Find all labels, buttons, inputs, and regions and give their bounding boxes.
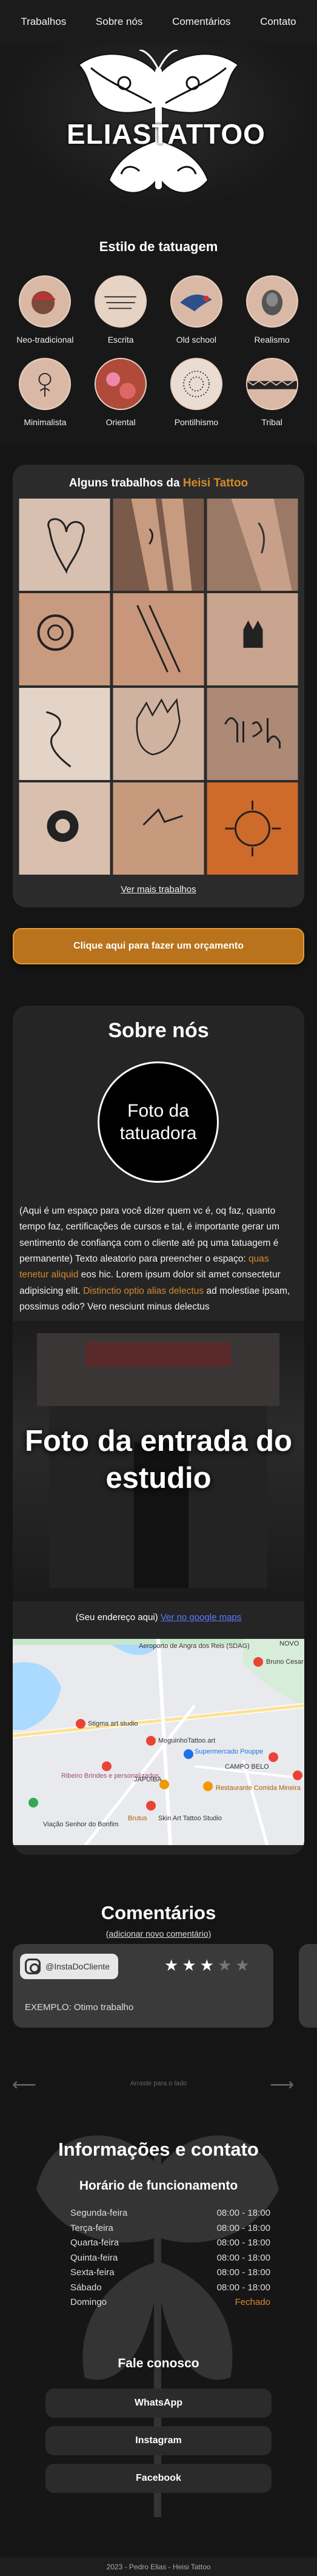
map-label-viacao: Viação Senhor do Bonfim — [43, 1821, 119, 1828]
hours-row: Domingo Fechado — [70, 2297, 270, 2307]
map-label-restaurant: Restaurante Comida Mineira — [216, 1784, 301, 1792]
map-label-campo: CAMPO BELO — [225, 1763, 269, 1771]
escrita-thumbnail — [95, 275, 147, 328]
add-comment-link[interactable]: (adicionar novo comentário) — [0, 1929, 317, 1939]
footer: 2023 - Pedro Elias - Heisi Tattoo — [0, 2557, 317, 2576]
style-pontilhismo[interactable]: Pontilhismo — [159, 358, 235, 427]
star-icon: ★ — [235, 1956, 253, 1974]
work-photo-cat[interactable] — [207, 593, 298, 685]
works-section: Alguns trabalhos da Heisi Tattoo Ver mai… — [13, 465, 304, 907]
work-photo-arms[interactable] — [113, 499, 204, 591]
map-label-brutus: Brutus — [128, 1815, 147, 1822]
studio-photo-label: Foto da entrada do estudio — [25, 1425, 292, 1495]
pontilhismo-thumbnail — [170, 358, 222, 410]
works-title-accent: Heisi Tattoo — [182, 477, 249, 489]
review-card: @InstaDoCliente ★★★★★ EXEMPLO: Otimo tra… — [13, 1944, 273, 2028]
review-text: EXEMPLO: Otimo trabalho — [25, 2002, 134, 2013]
location-map[interactable]: Aeroporto de Angra dos Reis (SDAG) Bruno… — [13, 1639, 304, 1845]
instagram-button[interactable]: Instagram — [45, 2426, 272, 2455]
talk-title: Fale conosco — [118, 2356, 199, 2370]
carousel-next-arrow-icon[interactable]: ⟶ — [270, 2074, 294, 2094]
whatsapp-button[interactable]: WhatsApp — [45, 2389, 272, 2418]
hours-row: Sexta-feira 08:00 - 18:00 — [70, 2267, 270, 2278]
hours-row: Terça-feira 08:00 - 18:00 — [70, 2222, 270, 2233]
map-label-airport: Aeroporto de Angra dos Reis (SDAG) — [139, 1643, 250, 1650]
style-tribal[interactable]: Tribal — [234, 358, 310, 427]
map-label-moguinho: MoguinhoTattoo.art — [158, 1737, 216, 1744]
style-neo-tradicional[interactable]: Neo-tradicional — [7, 275, 83, 345]
nav-sobre[interactable]: Sobre nós — [96, 16, 143, 28]
old-school-thumbnail — [170, 275, 222, 328]
star-rating: ★★★★★ — [164, 1956, 253, 1975]
works-title: Alguns trabalhos da Heisi Tattoo — [68, 477, 249, 489]
work-photo-symbol[interactable] — [19, 593, 110, 685]
realismo-thumbnail — [245, 275, 298, 328]
work-photo-forearm[interactable] — [207, 499, 298, 591]
hours-row: Segunda-feira 08:00 - 18:00 — [70, 2208, 270, 2218]
quote-button[interactable]: Clique aqui para fazer um orçamento — [13, 928, 304, 964]
hero: ELIASTATTOO — [0, 44, 317, 214]
opening-hours: Segunda-feira 08:00 - 18:00 Terça-feira 08… — [70, 2208, 270, 2312]
brand-wordmark: ELIASTATTOO — [67, 118, 265, 150]
hours-row: Sábado 08:00 - 18:00 — [70, 2282, 270, 2293]
map-label-japuiba: JAPUIBA — [134, 1776, 162, 1783]
style-oriental[interactable]: Oriental — [83, 358, 159, 427]
style-old-school[interactable]: Old school — [159, 275, 235, 345]
hours-title: Horário de funcionamento — [79, 2179, 238, 2193]
star-icon: ★ — [164, 1956, 182, 1974]
comments-title: Comentários — [101, 1902, 216, 1923]
address-line: (Seu endereço aqui) Ver no google maps — [75, 1612, 242, 1623]
instagram-icon — [25, 1959, 41, 1974]
hours-row: Quinta-feira 08:00 - 18:00 — [70, 2252, 270, 2263]
map-label-skin: Skin Art Tattoo Studio — [158, 1815, 222, 1822]
butterfly-logo: ELIASTATTOO — [67, 49, 265, 207]
style-escrita[interactable]: Escrita — [83, 275, 159, 345]
oriental-thumbnail — [95, 358, 147, 410]
next-review-card[interactable] — [299, 1944, 317, 2028]
work-photo-shoulder[interactable] — [113, 782, 204, 875]
map-label-novo: NOVO — [279, 1640, 299, 1647]
work-photo-anime[interactable] — [113, 688, 204, 780]
facebook-button[interactable]: Facebook — [45, 2464, 272, 2493]
work-photo-script[interactable] — [19, 688, 110, 780]
star-icon: ★ — [199, 1956, 218, 1974]
about-description: (Aqui é um espaço para você dizer quem v… — [19, 1206, 290, 1313]
client-handle-badge[interactable]: @InstaDoCliente — [20, 1954, 119, 1979]
work-photo-mandala[interactable] — [19, 782, 110, 875]
owner-photo-placeholder: Foto da tatuadora — [98, 1061, 219, 1183]
top-nav: Trabalhos Sobre nós Comentários Contato — [0, 0, 317, 44]
map-label-supermarket: Supermercado Pouppe — [195, 1748, 264, 1755]
hours-row: Quarta-feira 08:00 - 18:00 — [70, 2238, 270, 2248]
work-photo-sun[interactable] — [207, 782, 298, 875]
star-icon: ★ — [217, 1956, 236, 1974]
style-realismo[interactable]: Realismo — [234, 275, 310, 345]
contact-title: Informações e contato — [58, 2139, 259, 2160]
work-photo-arm-lines[interactable] — [113, 593, 204, 685]
page: Trabalhos Sobre nós Comentários Contato — [0, 0, 317, 2576]
nav-comentarios[interactable]: Comentários — [172, 16, 230, 28]
contact-section: Informações e contato Horário de funcion… — [0, 2117, 317, 2576]
nav-contato[interactable]: Contato — [260, 16, 296, 28]
studio-photo-placeholder: Foto da entrada do estudio — [13, 1321, 304, 1601]
google-maps-link[interactable]: Ver no google maps — [161, 1612, 241, 1623]
about-title: Sobre nós — [108, 1019, 209, 1042]
styles-title: Estilo de tatuagem — [99, 239, 218, 254]
star-icon: ★ — [182, 1956, 200, 1974]
tattoo-styles-section: Estilo de tatuagem Neo-tradicional Escri… — [0, 214, 317, 444]
work-photo-heart[interactable] — [19, 499, 110, 591]
map-label-bruno: Bruno Cesar — [266, 1658, 304, 1666]
about-section: Sobre nós Foto da tatuadora (Aqui é um e… — [13, 1006, 304, 1855]
neo-tradicional-thumbnail — [19, 275, 72, 328]
works-gallery — [19, 499, 298, 875]
nav-trabalhos[interactable]: Trabalhos — [21, 16, 66, 28]
styles-grid: Neo-tradicional Escrita Old school Reali… — [7, 275, 310, 427]
more-works-link[interactable]: Ver mais trabalhos — [13, 884, 304, 895]
style-minimalista[interactable]: Minimalista — [7, 358, 83, 427]
work-photo-lettering[interactable] — [207, 688, 298, 780]
minimalista-thumbnail — [19, 358, 72, 410]
map-label-stigma: Stigma art studio — [88, 1720, 138, 1727]
tribal-thumbnail — [245, 358, 298, 410]
